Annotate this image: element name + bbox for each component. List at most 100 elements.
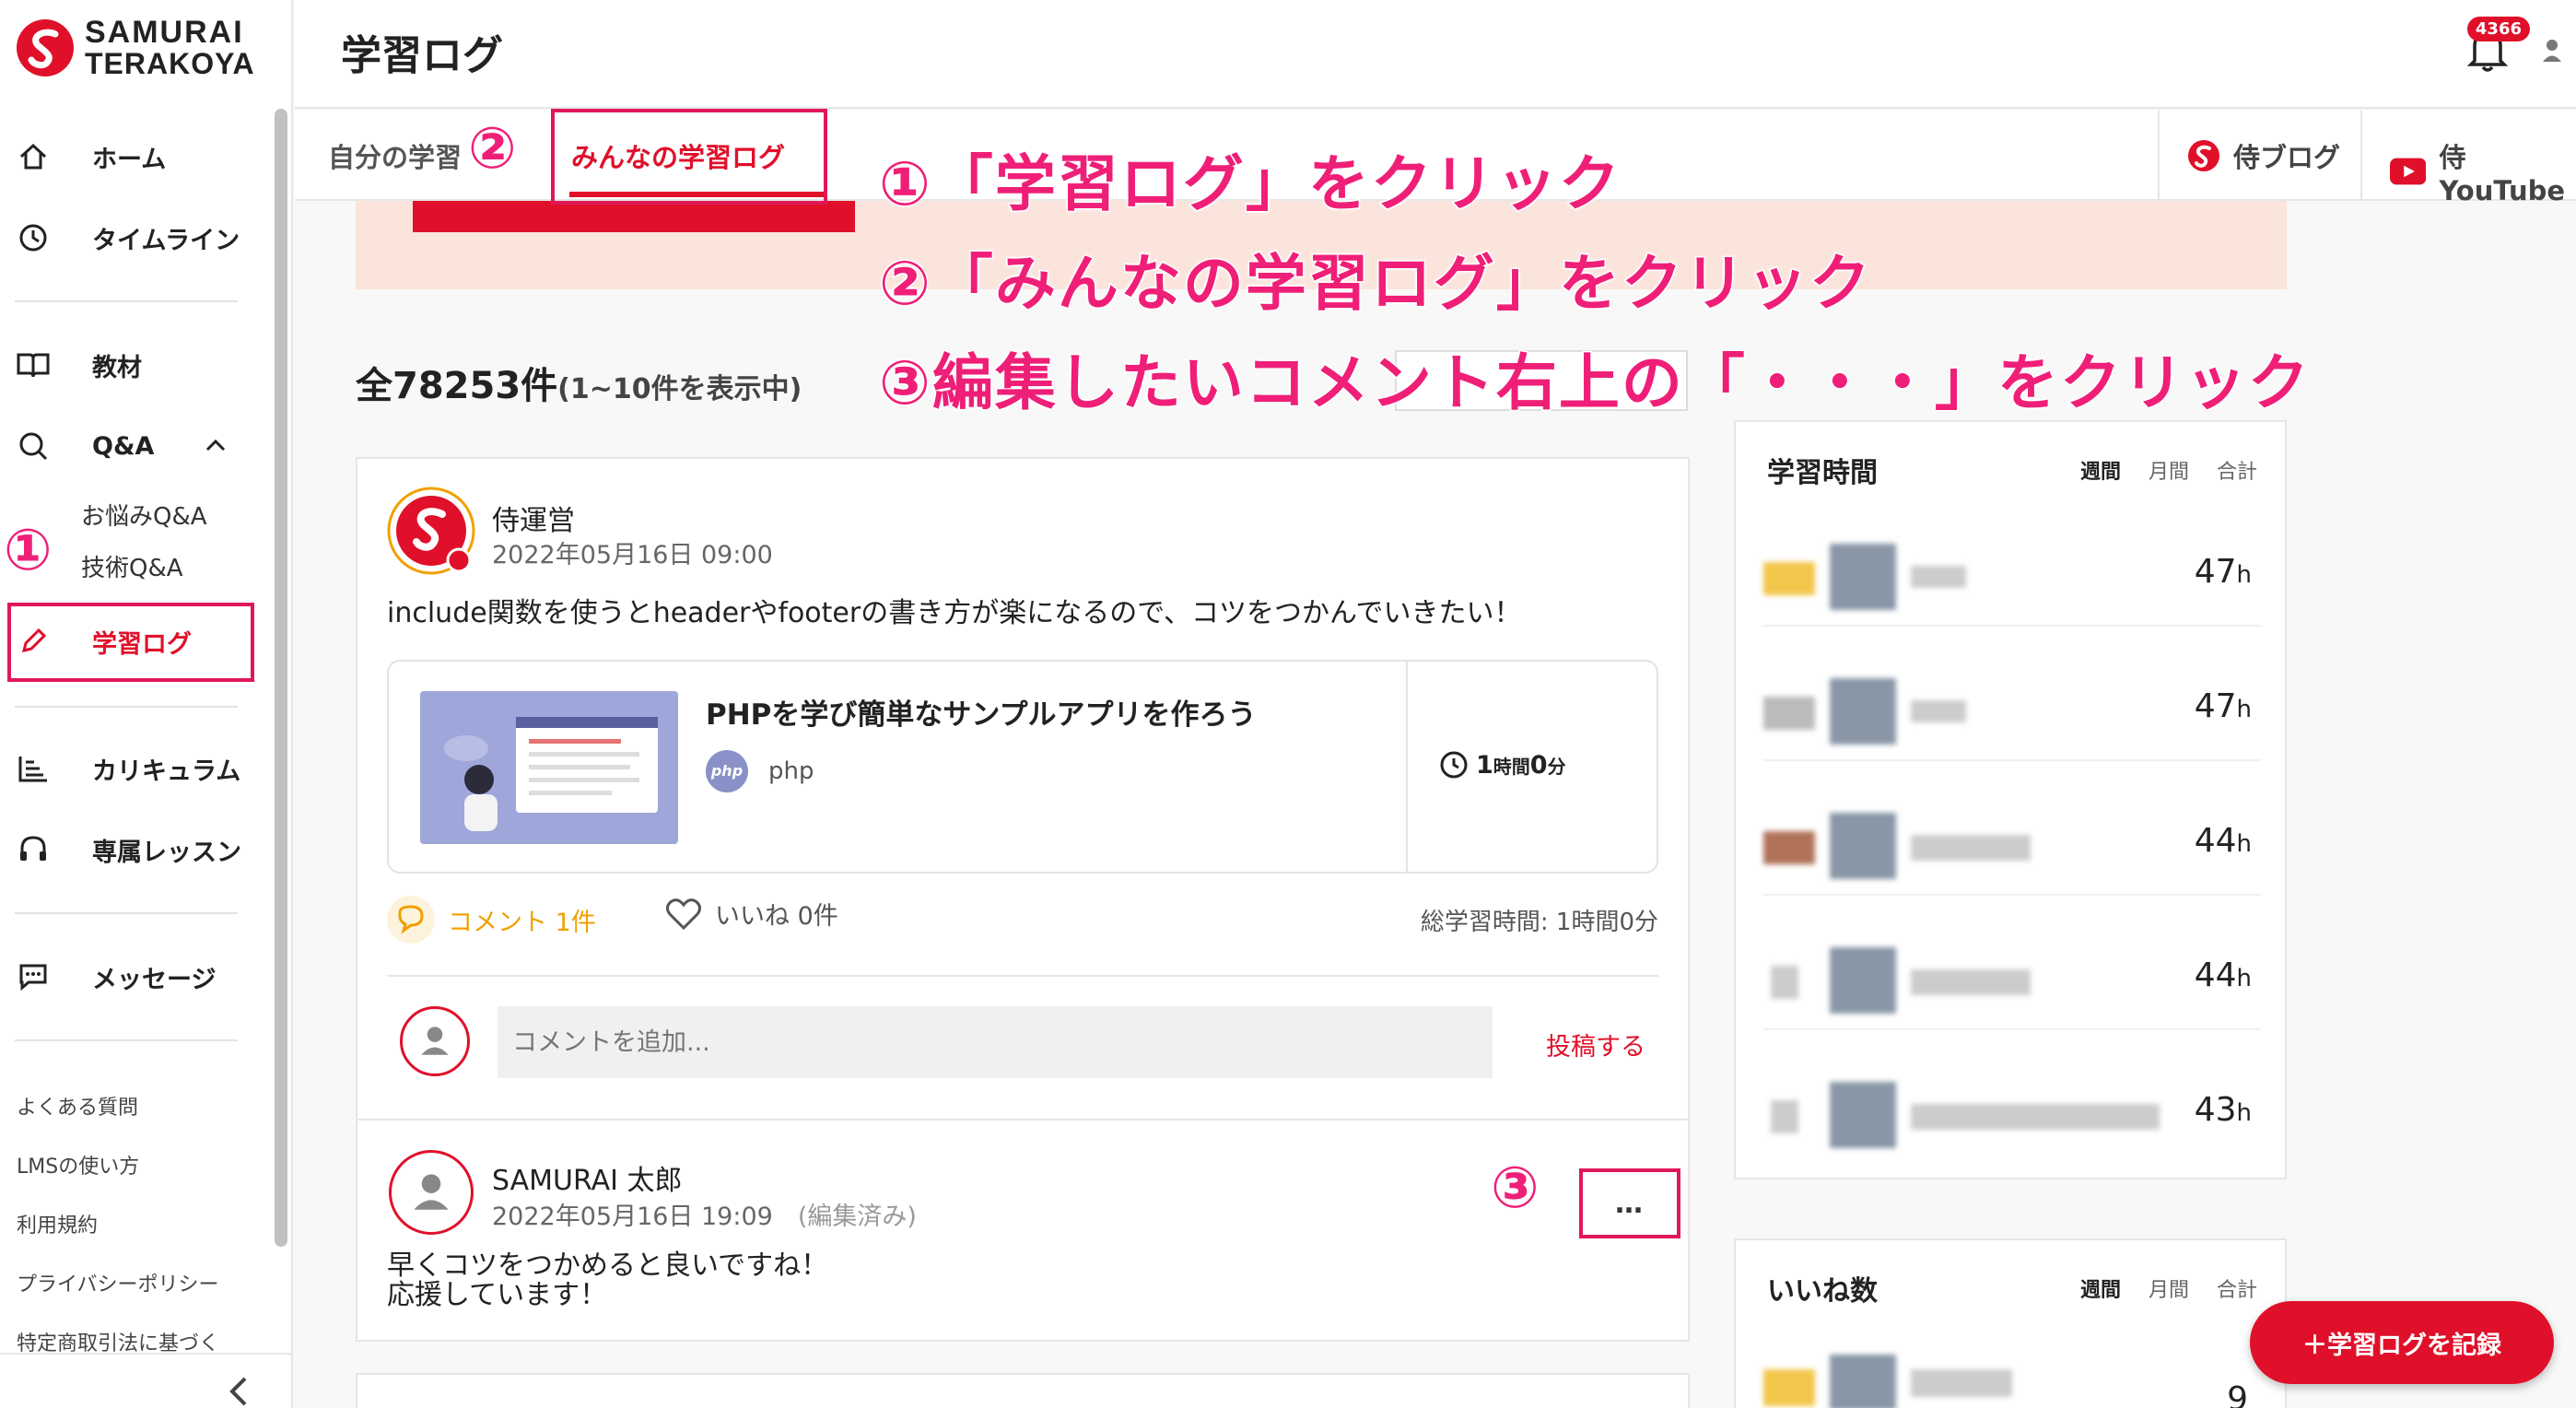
- period-tab-monthly[interactable]: 月間: [2149, 455, 2189, 485]
- comment-button[interactable]: コメント 1件: [387, 896, 596, 944]
- ranking-row[interactable]: 47h: [1763, 525, 2261, 627]
- sidebar-item-curriculum[interactable]: カリキュラム: [15, 741, 240, 796]
- sidebar-subitem-tech-qa[interactable]: 技術Q&A: [81, 549, 183, 583]
- samurai-blog-link[interactable]: 侍ブログ: [2187, 136, 2340, 175]
- record-log-button[interactable]: ＋学習ログを記録: [2250, 1301, 2554, 1384]
- sidebar-item-home[interactable]: ホーム: [15, 129, 166, 184]
- sidebar-item-message[interactable]: メッセージ: [15, 949, 216, 1004]
- sidebar-item-label: 教材: [92, 353, 142, 382]
- user-name-blurred: [1911, 835, 2031, 861]
- post-actions: コメント 1件 いいね 0件 総学習時間: 1時間0分: [387, 896, 1658, 947]
- samurai-youtube-link[interactable]: 侍YouTube: [2390, 136, 2576, 206]
- period-tab-weekly[interactable]: 週間: [2080, 1273, 2121, 1303]
- highlight-box-tab: [551, 109, 827, 205]
- footer-link-terms[interactable]: 利用規約: [17, 1209, 98, 1238]
- ranking-row[interactable]: 43h: [1763, 1063, 2261, 1165]
- sidebar-item-timeline[interactable]: タイムライン: [15, 210, 240, 265]
- user-icon[interactable]: [2541, 37, 2563, 63]
- notification-badge: 4366: [2466, 17, 2530, 41]
- hours-unit: h: [2236, 965, 2252, 992]
- rank-hours: 44h: [2195, 956, 2252, 994]
- sidebar-item-qa[interactable]: Q&A: [15, 418, 154, 474]
- samurai-youtube-label: 侍YouTube: [2439, 142, 2566, 206]
- ranking-row[interactable]: 44h: [1763, 794, 2261, 896]
- divider: [15, 912, 238, 914]
- course-hours: 1: [1476, 750, 1493, 780]
- sidebar-scrollbar[interactable]: [275, 109, 287, 1247]
- sidebar-item-label: Q&A: [92, 431, 155, 461]
- course-title[interactable]: PHPを学び簡単なサンプルアプリを作ろう: [706, 691, 1256, 733]
- commenter-avatar[interactable]: [389, 1150, 474, 1235]
- rank-badge-blurred: [1763, 1369, 1815, 1406]
- search-icon: [15, 428, 52, 464]
- footer-link-faq[interactable]: よくある質問: [17, 1091, 138, 1121]
- sidebar-item-label: 専属レッスン: [92, 838, 241, 867]
- period-tab-weekly[interactable]: 週間: [2080, 455, 2121, 485]
- tab-my-log[interactable]: 自分の学習: [328, 136, 462, 175]
- ranking-title: いいね数: [1767, 1275, 1878, 1308]
- period-tab-total[interactable]: 合計: [2217, 1273, 2257, 1303]
- ranking-row[interactable]: 44h: [1763, 929, 2261, 1030]
- log-total: 全78253件: [356, 365, 558, 407]
- comment-input[interactable]: [498, 1006, 1493, 1078]
- my-avatar: [400, 1006, 470, 1076]
- sidebar-subitem-consult-qa[interactable]: お悩みQ&A: [81, 498, 207, 532]
- instruction-step3: ③編集したいコメント右上の「・・・」をクリック: [878, 334, 2311, 422]
- sidebar-item-label: メッセージ: [92, 965, 217, 994]
- like-button[interactable]: いいね 0件: [665, 896, 838, 932]
- ranking-row[interactable]: 47h: [1763, 660, 2261, 761]
- divider: [0, 1353, 293, 1355]
- period-tab-monthly[interactable]: 月間: [2149, 1273, 2189, 1303]
- rank-badge-blurred: [1771, 1100, 1798, 1133]
- sidebar: SAMURAI TERAKOYA ホーム タイムライン 教材 Q&A お悩みQ&…: [0, 0, 293, 1408]
- comment-body: 早くコツをつかめると良いですね！ 応援しています！: [387, 1251, 828, 1310]
- chevron-up-icon[interactable]: [205, 437, 227, 453]
- sidebar-item-materials[interactable]: 教材: [15, 337, 142, 393]
- user-name-blurred: [1911, 969, 2031, 995]
- user-avatar-blurred: [1830, 1355, 1896, 1408]
- step-marker-1: ①: [3, 515, 53, 585]
- hours-unit: h: [2236, 561, 2252, 589]
- user-avatar-blurred: [1830, 544, 1896, 610]
- comment-author[interactable]: SAMURAI 太郎: [492, 1157, 683, 1198]
- course-minutes: 0: [1529, 750, 1548, 780]
- user-name-blurred: [1911, 1104, 2160, 1130]
- php-icon: php: [706, 750, 748, 792]
- brand-logo[interactable]: SAMURAI TERAKOYA: [15, 17, 255, 79]
- comment-menu-button[interactable]: …: [1579, 1168, 1680, 1238]
- step-marker-3: ③: [1490, 1153, 1540, 1223]
- course-tag: php: [768, 757, 814, 785]
- more-icon: …: [1615, 1187, 1645, 1220]
- rank-hours: 47h: [2195, 553, 2252, 591]
- footer-link-lms-guide[interactable]: LMSの使い方: [17, 1150, 139, 1179]
- ranking-likes: いいね数 週間 月間 合計 9: [1734, 1238, 2287, 1408]
- chat-icon: [15, 958, 52, 995]
- rank-hours: 44h: [2195, 822, 2252, 860]
- rank-badge-blurred: [1771, 966, 1798, 999]
- divider: [357, 1119, 1688, 1121]
- divider: [1406, 662, 1408, 872]
- ranking-period-tabs: 週間 月間 合計: [2080, 1273, 2257, 1303]
- footer-link-privacy[interactable]: プライバシーポリシー: [17, 1268, 219, 1297]
- post-date: 2022年05月16日 09:00: [492, 541, 773, 569]
- period-tab-total[interactable]: 合計: [2217, 455, 2257, 485]
- author-avatar[interactable]: [387, 487, 475, 575]
- rank-badge-blurred: [1763, 697, 1815, 730]
- hours-value: 47: [2194, 553, 2237, 591]
- ranking-title: 学習時間: [1767, 457, 1878, 489]
- log-count: 全78253件(1~10件を表示中): [356, 356, 802, 409]
- banner-button[interactable]: [413, 201, 855, 232]
- app-root: { "brand": {"line1": "SAMURAI", "line2":…: [0, 0, 2576, 1408]
- instruction-step3-end: 」をクリック: [1933, 346, 2311, 420]
- sidebar-item-lesson[interactable]: 専属レッスン: [15, 822, 241, 877]
- step-marker-2: ②: [467, 113, 518, 183]
- chevron-left-icon[interactable]: [221, 1373, 258, 1408]
- log-range: (1~10件を表示中): [557, 373, 802, 405]
- post-author[interactable]: 侍運営: [492, 498, 575, 538]
- post-comment-button[interactable]: 投稿する: [1546, 1027, 1645, 1062]
- course-card[interactable]: PHPを学び簡単なサンプルアプリを作ろう php php 1時間0分: [387, 660, 1658, 874]
- study-log-card: [356, 1373, 1690, 1408]
- brand-line1: SAMURAI: [85, 15, 244, 50]
- rank-hours: 43h: [2195, 1091, 2252, 1129]
- divider: [15, 706, 238, 708]
